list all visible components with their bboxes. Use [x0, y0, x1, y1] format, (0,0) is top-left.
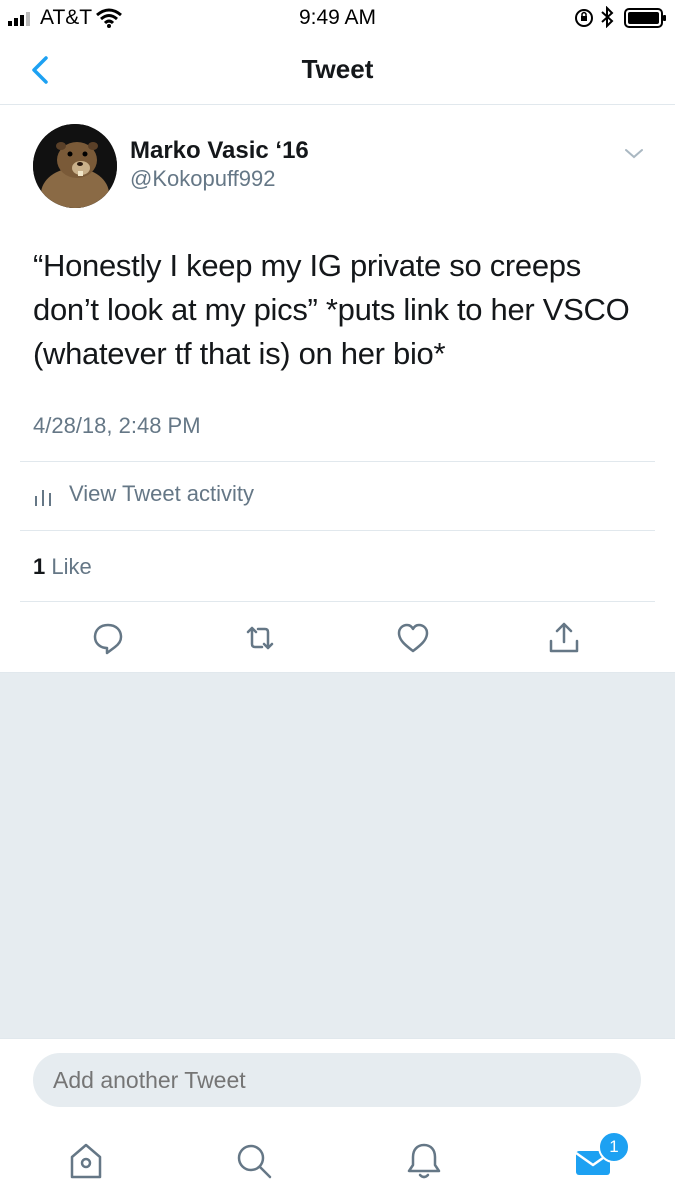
tweet-timestamp: 4/28/18, 2:48 PM	[33, 413, 201, 438]
status-bar: AT&T 9:49 AM	[0, 0, 675, 36]
home-icon[interactable]	[64, 1139, 108, 1183]
tweet-actions	[0, 602, 675, 673]
retweet-icon[interactable]	[242, 620, 278, 656]
search-icon[interactable]	[232, 1139, 276, 1183]
page-title: Tweet	[301, 54, 374, 84]
author-name[interactable]: Marko Vasic ‘16	[130, 137, 309, 165]
bluetooth-icon	[601, 6, 614, 28]
chevron-down-icon[interactable]	[622, 142, 646, 166]
author-handle[interactable]: @Kokopuff992	[130, 166, 275, 192]
tweet-activity-link[interactable]: View Tweet activity	[33, 462, 655, 528]
share-icon[interactable]	[546, 620, 582, 656]
avatar[interactable]	[33, 124, 117, 208]
tweet-activity-label: View Tweet activity	[69, 481, 255, 506]
likes-count: 1	[33, 554, 46, 579]
battery-icon	[624, 8, 666, 28]
notifications-icon[interactable]	[402, 1139, 446, 1183]
bar-chart-icon	[35, 490, 51, 506]
like-icon[interactable]	[395, 620, 431, 656]
add-tweet-input[interactable]	[33, 1053, 641, 1107]
reply-icon[interactable]	[90, 620, 126, 656]
tweet-text: “Honestly I keep my IG private so creeps…	[33, 248, 630, 371]
messages-badge: 1	[598, 1131, 630, 1163]
bottom-bar: 1	[0, 1038, 675, 1201]
likes-summary[interactable]: 1 Like	[33, 530, 655, 600]
empty-replies-area	[0, 673, 675, 1038]
groundhog-avatar-image	[33, 124, 117, 208]
nav-bar: Tweet	[0, 36, 675, 105]
orientation-lock-icon	[575, 9, 593, 27]
likes-label: Like	[51, 554, 92, 579]
